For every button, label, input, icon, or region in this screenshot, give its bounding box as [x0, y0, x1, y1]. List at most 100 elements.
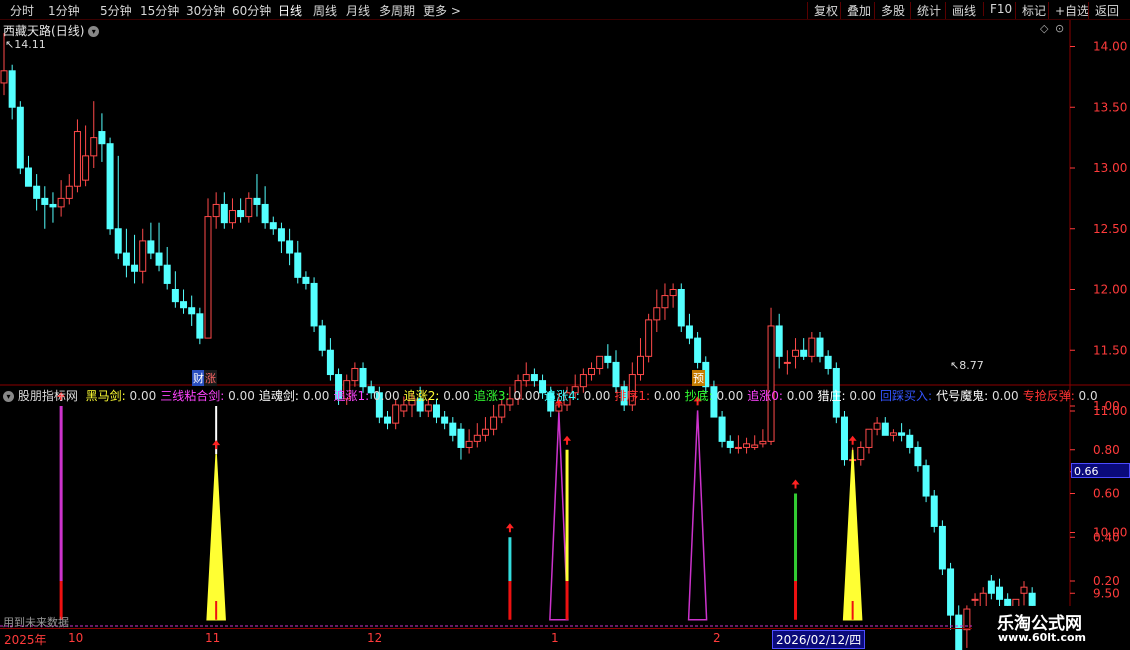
high-label: ↖14.11 — [5, 38, 46, 51]
candle-body — [49, 203, 57, 208]
watermark-url: www.60lt.com — [998, 631, 1087, 644]
candle-body — [147, 240, 155, 254]
indicator-signals — [57, 392, 863, 621]
candle-body — [881, 422, 889, 436]
candle-body — [0, 70, 8, 84]
candle-body — [171, 289, 179, 303]
month-2: 2 — [713, 631, 721, 645]
indicator-item-value: 0.00 — [579, 389, 611, 403]
candle-body — [498, 404, 506, 418]
candle-body — [914, 446, 922, 467]
indicator-item-value: 0.00 — [782, 389, 814, 403]
candle-body — [139, 240, 147, 272]
stats-button[interactable]: 统计 — [910, 2, 941, 19]
candle-body — [90, 137, 98, 157]
tab-60min[interactable]: 60分钟 — [232, 2, 271, 19]
candle-body — [767, 325, 775, 442]
candle-body — [302, 276, 310, 284]
candle-body — [645, 319, 653, 357]
candle-body — [245, 197, 253, 218]
tab-5min[interactable]: 5分钟 — [100, 2, 132, 19]
indicator-item-value: 0.00 — [439, 389, 470, 403]
indicator-item-name: 回踩买入: — [880, 389, 933, 403]
multi-stock-button[interactable]: 多股 — [874, 2, 905, 19]
cursor-date: 2026/02/12/四 — [772, 630, 866, 649]
candle-body — [384, 416, 392, 424]
candle-body — [481, 428, 489, 436]
candle-body — [212, 203, 220, 218]
indicator-item-name: 代号魔鬼: — [936, 389, 989, 403]
tab-monthly[interactable]: 月线 — [346, 2, 370, 19]
tab-30min[interactable]: 30分钟 — [186, 2, 225, 19]
candle-body — [400, 404, 408, 412]
yu-marker[interactable]: 预 — [692, 370, 705, 386]
add-watchlist-button[interactable]: +自选 — [1048, 2, 1089, 19]
settings-circle-icon[interactable]: ⊙ — [1055, 22, 1064, 35]
candle-body — [131, 264, 139, 272]
month-12: 12 — [367, 631, 383, 645]
indicator-item-name: 排序1: — [614, 389, 651, 403]
candle-body — [694, 337, 702, 363]
candle-body — [57, 197, 65, 208]
candle-body — [530, 374, 538, 382]
tab-multi-period[interactable]: 多周期 — [379, 2, 415, 19]
more-button[interactable]: 更多 > — [423, 2, 461, 19]
candle-body — [661, 295, 669, 309]
candle-body — [1004, 598, 1012, 606]
candle-body — [180, 301, 188, 309]
candle-body — [318, 325, 326, 351]
candle-body — [359, 367, 367, 388]
f10-button[interactable]: F10 — [983, 2, 1012, 16]
candle-body — [106, 143, 114, 230]
candle-body — [122, 252, 130, 266]
candle-body — [873, 422, 881, 430]
candle-body — [490, 416, 498, 430]
candle-body — [816, 337, 824, 357]
candle-body — [237, 210, 245, 218]
tab-fenshi[interactable]: 分时 — [10, 2, 34, 19]
fuquan-button[interactable]: 复权 — [807, 2, 838, 19]
current-value-tag: 0.66 — [1071, 463, 1130, 478]
candle-body — [204, 216, 212, 339]
tab-15min[interactable]: 15分钟 — [140, 2, 179, 19]
price-tick-label: 11.50 — [1093, 343, 1127, 357]
chevron-down-icon[interactable]: ▾ — [88, 26, 100, 37]
candle-body — [261, 203, 269, 224]
candle-body — [800, 349, 808, 357]
candle-body — [726, 440, 734, 448]
price-tick-label: 13.00 — [1093, 161, 1127, 175]
zhang-marker[interactable]: 涨 — [204, 370, 217, 386]
tab-daily[interactable]: 日线 — [278, 2, 302, 19]
indicator-item-name: 追涨2: — [403, 389, 440, 403]
candle-body — [196, 313, 204, 339]
indicator-tick-label: 0.20 — [1093, 574, 1120, 588]
candle-body — [889, 432, 897, 436]
tab-weekly[interactable]: 周线 — [313, 2, 337, 19]
indicator-axis: 1.000.800.600.400.20 — [1070, 399, 1120, 588]
candle-body — [163, 264, 171, 284]
diamond-icon[interactable]: ◇ — [1040, 22, 1048, 35]
mark-button[interactable]: 标记 — [1015, 2, 1046, 19]
candle-body — [441, 416, 449, 424]
indicator-item-value: 0.00 — [845, 389, 877, 403]
candle-body — [24, 167, 32, 187]
indicator-item-value: 0.00 — [712, 389, 744, 403]
watermark: 乐淘公式网 www.60lt.com — [972, 606, 1130, 650]
gear-icon[interactable]: ▾ — [3, 391, 14, 402]
candle-body — [392, 404, 400, 424]
price-tick-label: 12.00 — [1093, 283, 1127, 297]
indicator-item-value: 0.00 — [298, 389, 330, 403]
back-button[interactable]: 返回 — [1088, 2, 1119, 19]
candle-body — [906, 434, 914, 448]
indicator-title[interactable]: 股朋指标网 — [18, 389, 78, 403]
candle-body — [865, 428, 873, 448]
overlay-button[interactable]: 叠加 — [840, 2, 871, 19]
candle-body — [759, 440, 767, 445]
indicator-header: ▾ 股朋指标网 黑马剑: 0.00 三线粘合剑: 0.00 追魂剑: 0.00 追涨1… — [3, 387, 1098, 404]
candle-body — [987, 580, 995, 594]
indicator-tick-label: 0.60 — [1093, 487, 1120, 501]
tab-1min[interactable]: 1分钟 — [48, 2, 80, 19]
candle-body — [996, 586, 1004, 600]
indicator-item-value: 0.00 — [650, 389, 681, 403]
draw-line-button[interactable]: 画线 — [945, 2, 976, 19]
